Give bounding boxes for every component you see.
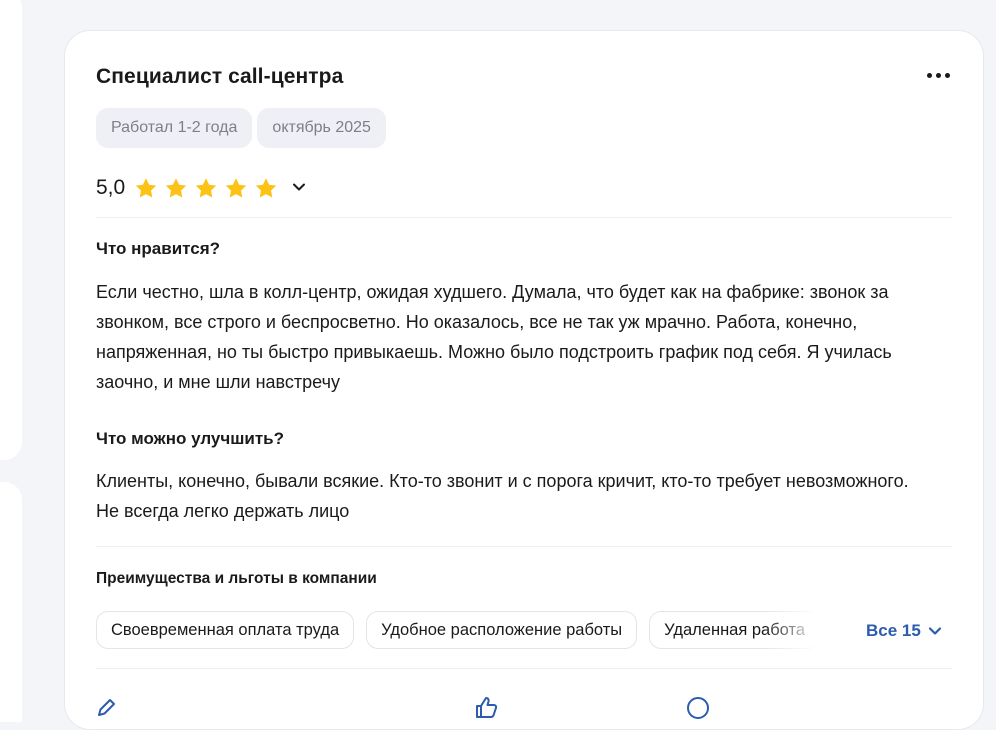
star-icon — [164, 177, 188, 200]
improve-text: Клиенты, конечно, бывали всякие. Кто-то … — [96, 471, 909, 521]
chips-fade — [765, 611, 829, 653]
benefits-chips: Своевременная оплата труда Удобное распо… — [96, 611, 826, 653]
likes-heading: Что нравится? — [96, 239, 221, 258]
review-title: Специалист call-центра — [96, 65, 344, 88]
divider — [96, 546, 952, 547]
tag-experience: Работал 1-2 года — [96, 108, 253, 148]
left-panel — [0, 0, 22, 460]
left-panel-lower — [0, 482, 22, 722]
all-benefits-label: Все 15 — [866, 621, 921, 640]
rating-stars — [134, 177, 278, 200]
likes-text: Если честно, шла в колл-центр, ожидая ху… — [96, 282, 892, 392]
chevron-down-icon — [928, 627, 941, 635]
pen-icon[interactable] — [95, 695, 119, 724]
divider — [96, 668, 952, 669]
review-tags: Работал 1-2 года октябрь 2025 — [96, 108, 386, 148]
all-benefits-link[interactable]: Все 15 — [866, 621, 942, 641]
rating-expand-chevron-down-icon[interactable] — [292, 179, 306, 197]
star-icon — [224, 177, 248, 200]
benefits-heading: Преимущества и льготы в компании — [96, 570, 377, 587]
star-icon — [194, 177, 218, 200]
more-icon — [926, 72, 932, 78]
benefit-chip[interactable]: Своевременная оплата труда — [96, 611, 355, 649]
thumb-up-icon[interactable] — [473, 695, 499, 726]
star-icon — [134, 177, 158, 200]
rating-value: 5,0 — [96, 176, 126, 199]
comment-icon[interactable] — [685, 695, 711, 726]
more-options-button[interactable] — [923, 65, 953, 85]
star-icon — [254, 177, 278, 200]
benefit-chip[interactable]: Удобное расположение работы — [366, 611, 638, 649]
rating-row: 5,0 — [96, 176, 306, 200]
review-card: Специалист call-центра Работал 1-2 года … — [64, 30, 984, 730]
improve-heading: Что можно улучшить? — [96, 429, 285, 448]
divider — [96, 217, 952, 218]
tag-date: октябрь 2025 — [257, 108, 386, 148]
